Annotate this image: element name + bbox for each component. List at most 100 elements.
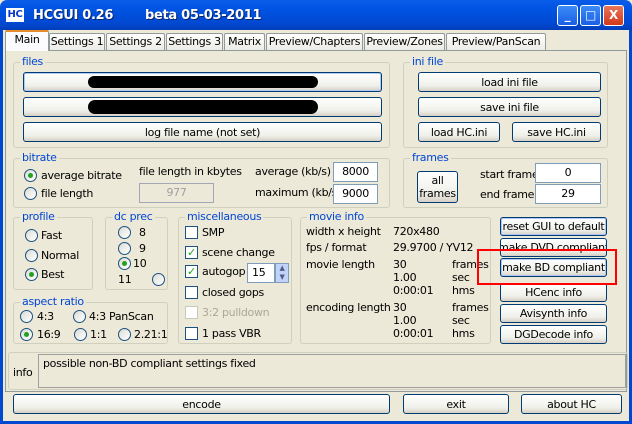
closed-gops-label: closed gops bbox=[202, 286, 264, 299]
redacted-filename bbox=[87, 76, 318, 88]
all-frames-line2: frames bbox=[419, 187, 456, 200]
autogop-label: autogop bbox=[202, 265, 246, 278]
redacted-filename bbox=[87, 100, 318, 114]
dc-prec-9-radio[interactable] bbox=[118, 242, 131, 255]
log-file-button[interactable]: log file name (not set) bbox=[23, 122, 382, 142]
info-text: possible non-BD compliant settings fixed bbox=[38, 354, 626, 388]
movie-length-sec: 1.00 bbox=[393, 271, 417, 284]
file-length-input[interactable]: 977 bbox=[139, 183, 214, 203]
highlight-box bbox=[477, 249, 617, 285]
autogop-spinner[interactable]: ▲ ▼ bbox=[275, 263, 289, 283]
autogop-input[interactable]: 15 bbox=[247, 263, 275, 283]
file-length-radio[interactable] bbox=[24, 187, 37, 200]
end-frame-input[interactable]: 29 bbox=[535, 184, 601, 204]
save-ini-button[interactable]: save ini file bbox=[418, 97, 601, 117]
aspect-4-3-radio[interactable] bbox=[20, 310, 33, 323]
profile-best-radio[interactable] bbox=[25, 268, 38, 281]
load-hc-ini-button[interactable]: load HC.ini bbox=[418, 122, 500, 142]
window-subtitle: beta 05-03-2011 bbox=[145, 8, 262, 23]
one-pass-vbr-checkbox[interactable] bbox=[185, 327, 198, 340]
dc-prec-10-radio[interactable] bbox=[118, 257, 131, 270]
movie-length-frames: 30 bbox=[393, 258, 407, 271]
dc-prec-8-label: 8 bbox=[139, 226, 146, 239]
tab-main[interactable]: Main bbox=[5, 30, 49, 51]
title-bar: HC HCGUI 0.26 beta 05-03-2011 _ □ X bbox=[0, 0, 632, 30]
dc-prec-9-label: 9 bbox=[139, 242, 146, 255]
reset-gui-button[interactable]: reset GUI to default bbox=[500, 217, 607, 236]
aspect-ratio-group-title: aspect ratio bbox=[20, 295, 86, 308]
aspect-1-1-radio[interactable] bbox=[74, 328, 87, 341]
profile-best-label: Best bbox=[41, 268, 65, 281]
hcenc-info-button[interactable]: HCenc info bbox=[500, 283, 607, 302]
encode-button[interactable]: encode bbox=[13, 394, 390, 414]
tab-preview-chapters[interactable]: Preview/Chapters bbox=[266, 33, 363, 50]
aspect-4-3-panscan-radio[interactable] bbox=[73, 310, 86, 323]
aspect-2-21-radio[interactable] bbox=[118, 328, 131, 341]
unit-frames: frames bbox=[452, 301, 489, 314]
dgdecode-info-button[interactable]: DGDecode info bbox=[500, 325, 607, 344]
start-frame-input[interactable]: 0 bbox=[535, 163, 601, 183]
fps-format-label: fps / format bbox=[306, 241, 367, 254]
file-length-label: file length bbox=[41, 187, 94, 200]
save-hc-ini-button[interactable]: save HC.ini bbox=[512, 122, 601, 142]
profile-group-title: profile bbox=[20, 210, 57, 223]
movie-info-group-title: movie info bbox=[307, 210, 366, 223]
average-bitrate-label: average bitrate bbox=[41, 169, 122, 182]
about-hc-button[interactable]: about HC bbox=[521, 394, 622, 414]
encoding-length-label: encoding length bbox=[306, 301, 391, 314]
tab-matrix[interactable]: Matrix bbox=[224, 33, 265, 50]
tab-preview-zones[interactable]: Preview/Zones bbox=[364, 33, 445, 50]
width-height-value: 720x480 bbox=[393, 225, 440, 238]
aspect-1-1-label: 1:1 bbox=[90, 328, 107, 341]
profile-fast-label: Fast bbox=[41, 229, 62, 242]
info-label: info bbox=[13, 366, 33, 379]
tab-preview-panscan[interactable]: Preview/PanScan bbox=[446, 33, 546, 50]
output-file-button[interactable] bbox=[23, 97, 382, 117]
profile-normal-label: Normal bbox=[41, 249, 79, 262]
pulldown-checkbox[interactable] bbox=[185, 306, 198, 319]
ini-group-title: ini file bbox=[410, 55, 445, 68]
unit-sec: sec bbox=[452, 271, 470, 284]
profile-normal-radio[interactable] bbox=[25, 249, 38, 262]
frames-group-title: frames bbox=[410, 151, 451, 164]
dc-prec-group-title: dc prec bbox=[112, 210, 155, 223]
files-group-title: files bbox=[20, 55, 45, 68]
scene-change-label: scene change bbox=[202, 246, 275, 259]
closed-gops-checkbox[interactable] bbox=[185, 286, 198, 299]
average-kbs-label: average (kb/s) bbox=[255, 165, 331, 178]
dc-prec-8-radio[interactable] bbox=[118, 226, 131, 239]
profile-fast-radio[interactable] bbox=[25, 229, 38, 242]
smp-label: SMP bbox=[202, 226, 225, 239]
scene-change-checkbox[interactable]: ✓ bbox=[185, 246, 198, 259]
minimize-button[interactable]: _ bbox=[557, 5, 578, 26]
smp-checkbox[interactable] bbox=[185, 226, 198, 239]
close-button[interactable]: X bbox=[603, 5, 624, 26]
dc-prec-11-label: 11 bbox=[118, 273, 132, 286]
tab-settings-1[interactable]: Settings 1 bbox=[49, 33, 105, 50]
bitrate-group-title: bitrate bbox=[20, 151, 59, 164]
exit-button[interactable]: exit bbox=[403, 394, 509, 414]
avisynth-info-button[interactable]: Avisynth info bbox=[500, 304, 607, 323]
maximum-bitrate-input[interactable]: 9000 bbox=[333, 184, 378, 204]
dc-prec-11-radio[interactable] bbox=[152, 273, 165, 286]
tab-settings-2[interactable]: Settings 2 bbox=[106, 33, 165, 50]
maximize-button[interactable]: □ bbox=[580, 5, 601, 26]
unit-hms: hms bbox=[452, 284, 475, 297]
movie-length-label: movie length bbox=[306, 258, 375, 271]
misc-group-title: miscellaneous bbox=[185, 210, 264, 223]
aspect-16-9-radio[interactable] bbox=[20, 328, 33, 341]
width-height-label: width x height bbox=[306, 225, 381, 238]
aspect-2-21-label: 2.21:1 bbox=[134, 328, 168, 341]
load-ini-button[interactable]: load ini file bbox=[418, 72, 601, 92]
input-file-button[interactable] bbox=[23, 72, 382, 92]
unit-hms: hms bbox=[452, 327, 475, 340]
dc-prec-10-label: 10 bbox=[133, 257, 147, 270]
average-bitrate-radio[interactable] bbox=[24, 169, 37, 182]
aspect-16-9-label: 16:9 bbox=[37, 328, 61, 341]
aspect-4-3-panscan-label: 4:3 PanScan bbox=[89, 310, 154, 323]
average-bitrate-input[interactable]: 8000 bbox=[333, 162, 378, 182]
tab-settings-3[interactable]: Settings 3 bbox=[166, 33, 223, 50]
all-frames-button[interactable]: all frames bbox=[417, 171, 458, 203]
unit-sec: sec bbox=[452, 314, 470, 327]
autogop-checkbox[interactable]: ✓ bbox=[185, 265, 198, 278]
